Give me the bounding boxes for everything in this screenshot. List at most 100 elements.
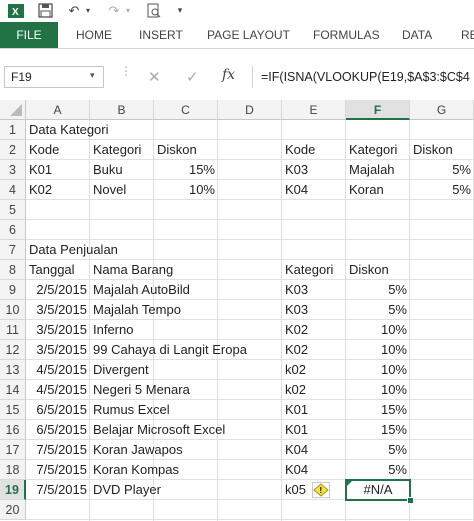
worksheet-grid[interactable]: A B C D E F G 1 2 3 4 5 6 7 8 9 10 11 12… — [0, 100, 474, 521]
column-header-c[interactable]: C — [154, 100, 218, 120]
cell-b16[interactable]: Belajar Microsoft Excel — [90, 420, 228, 440]
tab-page-layout[interactable]: PAGE LAYOUT — [207, 22, 290, 48]
cell-f3[interactable]: Majalah — [346, 160, 398, 180]
cell-e18[interactable]: K04 — [282, 460, 311, 480]
cell-e13[interactable]: k02 — [282, 360, 309, 380]
row-header-9[interactable]: 9 — [0, 280, 26, 300]
row-header-11[interactable]: 11 — [0, 320, 26, 340]
cell-e19[interactable]: k05 — [282, 480, 309, 500]
row-header-20[interactable]: 20 — [0, 500, 26, 520]
redo-icon[interactable]: ↷ — [106, 2, 122, 19]
column-header-f[interactable]: F — [346, 100, 410, 120]
cell-b9[interactable]: Majalah AutoBild — [90, 280, 193, 300]
cell-g3[interactable]: 5% — [410, 160, 474, 180]
column-header-b[interactable]: B — [90, 100, 154, 120]
cell-f8[interactable]: Diskon — [346, 260, 392, 280]
column-header-e[interactable]: E — [282, 100, 346, 120]
cell-a12[interactable]: 3/5/2015 — [26, 340, 90, 360]
cell-a18[interactable]: 7/5/2015 — [26, 460, 90, 480]
cell-b3[interactable]: Buku — [90, 160, 126, 180]
cell-a9[interactable]: 2/5/2015 — [26, 280, 90, 300]
insert-function-icon[interactable]: fx — [222, 67, 235, 83]
row-header-17[interactable]: 17 — [0, 440, 26, 460]
cell-f15[interactable]: 15% — [346, 400, 410, 420]
cell-c4[interactable]: 10% — [154, 180, 218, 200]
cell-e2[interactable]: Kode — [282, 140, 318, 160]
cell-e12[interactable]: K02 — [282, 340, 311, 360]
cell-e10[interactable]: K03 — [282, 300, 311, 320]
cell-f9[interactable]: 5% — [346, 280, 410, 300]
cell-f19-selected[interactable]: #N/A — [345, 479, 411, 501]
cell-b15[interactable]: Rumus Excel — [90, 400, 173, 420]
enter-icon[interactable]: ✓ — [186, 68, 199, 86]
cell-a1[interactable]: Data Kategori — [26, 120, 112, 140]
cell-f17[interactable]: 5% — [346, 440, 410, 460]
row-header-16[interactable]: 16 — [0, 420, 26, 440]
cancel-icon[interactable]: ✕ — [148, 68, 161, 86]
tab-home[interactable]: HOME — [76, 22, 112, 48]
cell-e17[interactable]: K04 — [282, 440, 311, 460]
row-header-3[interactable]: 3 — [0, 160, 26, 180]
cell-a19[interactable]: 7/5/2015 — [26, 480, 90, 500]
row-header-5[interactable]: 5 — [0, 200, 26, 220]
tab-review[interactable]: RE — [461, 22, 474, 48]
cell-b19[interactable]: DVD Player — [90, 480, 164, 500]
column-header-g[interactable]: G — [410, 100, 474, 120]
formula-input[interactable]: =IF(ISNA(VLOOKUP(E19,$A$3:$C$4 — [252, 66, 474, 88]
cell-f14[interactable]: 10% — [346, 380, 410, 400]
cell-f11[interactable]: 10% — [346, 320, 410, 340]
cell-e16[interactable]: K01 — [282, 420, 311, 440]
cell-a11[interactable]: 3/5/2015 — [26, 320, 90, 340]
cell-c3[interactable]: 15% — [154, 160, 218, 180]
cell-c2[interactable]: Diskon — [154, 140, 200, 160]
row-header-10[interactable]: 10 — [0, 300, 26, 320]
cell-b14[interactable]: Negeri 5 Menara — [90, 380, 193, 400]
cell-g2[interactable]: Diskon — [410, 140, 456, 160]
cell-b4[interactable]: Novel — [90, 180, 129, 200]
cell-b10[interactable]: Majalah Tempo — [90, 300, 184, 320]
cell-f16[interactable]: 15% — [346, 420, 410, 440]
name-box-dropdown-icon[interactable]: ▾ — [90, 70, 95, 81]
row-header-18[interactable]: 18 — [0, 460, 26, 480]
row-header-14[interactable]: 14 — [0, 380, 26, 400]
undo-icon[interactable]: ↶ — [66, 2, 82, 19]
cell-e4[interactable]: K04 — [282, 180, 311, 200]
cell-b13[interactable]: Divergent — [90, 360, 152, 380]
cell-a13[interactable]: 4/5/2015 — [26, 360, 90, 380]
cell-f2[interactable]: Kategori — [346, 140, 400, 160]
cell-a2[interactable]: Kode — [26, 140, 62, 160]
row-header-8[interactable]: 8 — [0, 260, 26, 280]
cell-a3[interactable]: K01 — [26, 160, 55, 180]
cell-a4[interactable]: K02 — [26, 180, 55, 200]
tab-formulas[interactable]: FORMULAS — [313, 22, 380, 48]
cell-b12[interactable]: 99 Cahaya di Langit Eropa — [90, 340, 250, 360]
cell-a15[interactable]: 6/5/2015 — [26, 400, 90, 420]
cell-b2[interactable]: Kategori — [90, 140, 144, 160]
cell-b18[interactable]: Koran Kompas — [90, 460, 182, 480]
cell-e15[interactable]: K01 — [282, 400, 311, 420]
cell-e9[interactable]: K03 — [282, 280, 311, 300]
fill-handle[interactable] — [407, 497, 414, 504]
cell-a14[interactable]: 4/5/2015 — [26, 380, 90, 400]
column-header-a[interactable]: A — [26, 100, 90, 120]
undo-dropdown-icon[interactable]: ▾ — [84, 2, 92, 19]
cell-e14[interactable]: k02 — [282, 380, 309, 400]
name-box[interactable]: F19 — [4, 66, 104, 88]
cell-a8[interactable]: Tanggal — [26, 260, 78, 280]
row-header-1[interactable]: 1 — [0, 120, 26, 140]
cell-f18[interactable]: 5% — [346, 460, 410, 480]
row-header-19[interactable]: 19 — [0, 480, 26, 500]
cell-f10[interactable]: 5% — [346, 300, 410, 320]
row-header-6[interactable]: 6 — [0, 220, 26, 240]
redo-dropdown-icon[interactable]: ▾ — [124, 2, 132, 19]
cell-e11[interactable]: K02 — [282, 320, 311, 340]
row-header-15[interactable]: 15 — [0, 400, 26, 420]
row-header-4[interactable]: 4 — [0, 180, 26, 200]
error-warning-icon[interactable]: ! — [312, 482, 330, 498]
row-header-2[interactable]: 2 — [0, 140, 26, 160]
cell-a17[interactable]: 7/5/2015 — [26, 440, 90, 460]
row-header-7[interactable]: 7 — [0, 240, 26, 260]
column-header-d[interactable]: D — [218, 100, 282, 120]
cell-a10[interactable]: 3/5/2015 — [26, 300, 90, 320]
cell-e3[interactable]: K03 — [282, 160, 311, 180]
